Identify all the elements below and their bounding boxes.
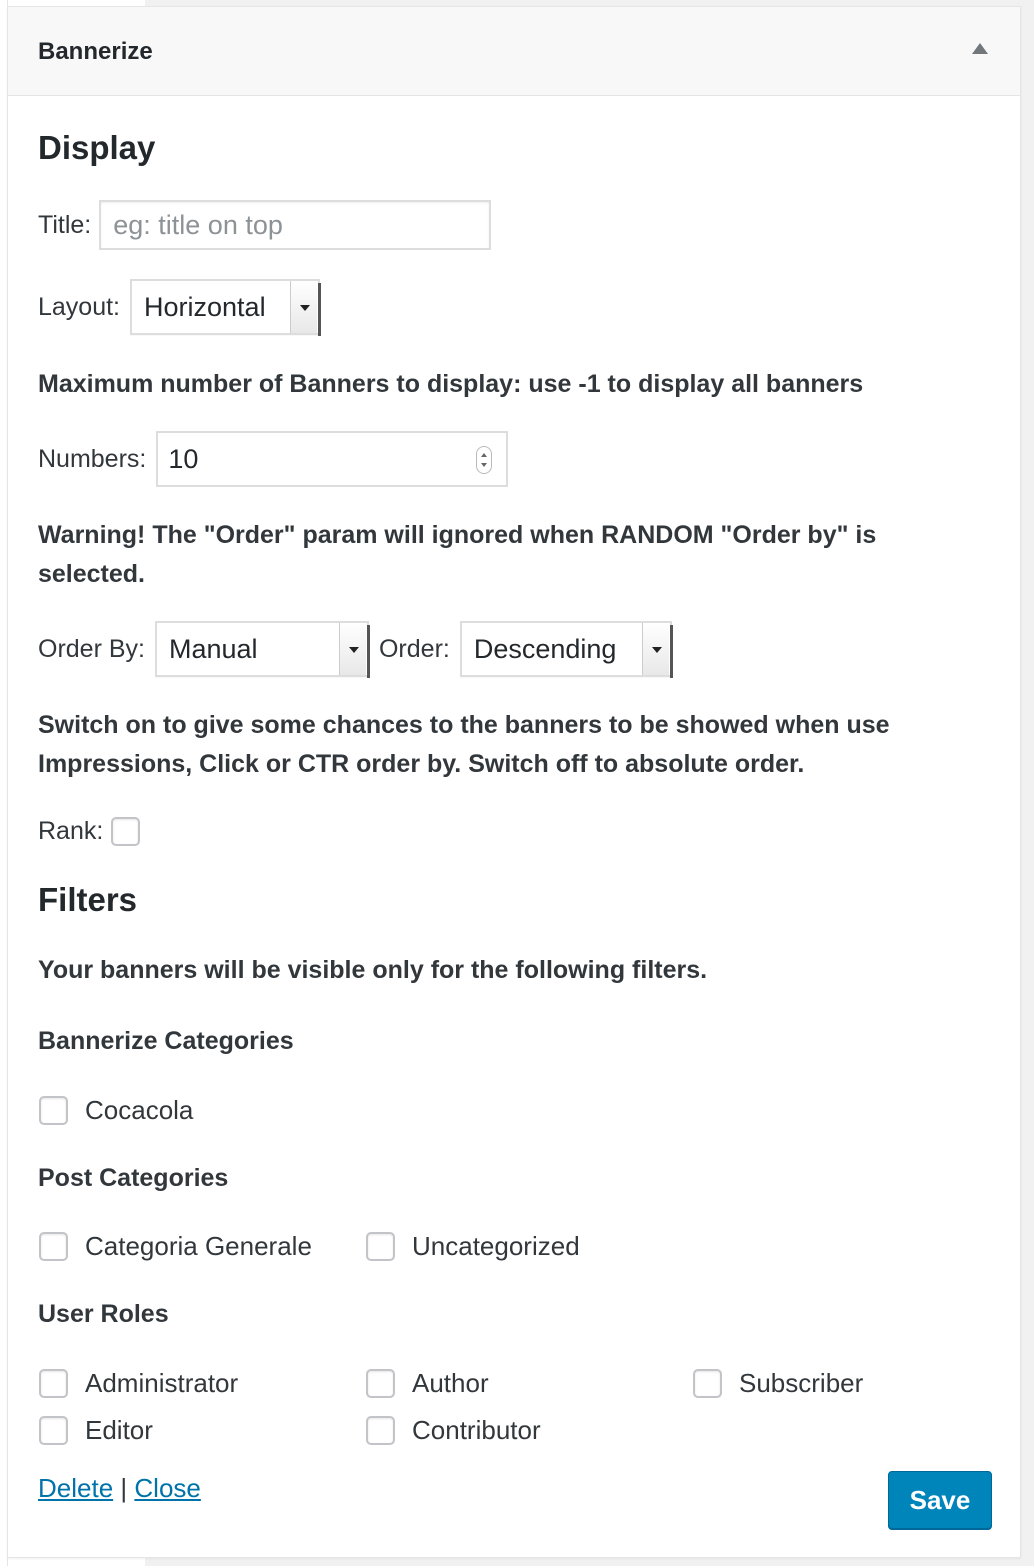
filters-intro: Your banners will be visible only for th… — [38, 956, 708, 984]
chevron-down-icon — [641, 623, 670, 675]
order-label: Order: — [378, 634, 450, 663]
order-by-label: Order By: — [38, 634, 145, 663]
user-role-item[interactable]: Editor — [39, 1415, 153, 1446]
widget-header[interactable]: Bannerize — [8, 7, 1020, 96]
title-row: Title: — [38, 200, 492, 250]
layout-label: Layout: — [38, 292, 121, 321]
rank-row: Rank: — [38, 817, 141, 846]
warning-text: Warning! The "Order" param will ignored … — [38, 521, 877, 588]
bannerize-category-item[interactable]: Cocacola — [39, 1095, 193, 1126]
user-role-label: Administrator — [85, 1368, 239, 1398]
layout-row: Layout: Horizontal — [38, 279, 322, 336]
user-role-checkbox[interactable] — [366, 1369, 395, 1398]
numbers-row: Numbers: 10 — [38, 431, 509, 487]
save-button[interactable]: Save — [888, 1471, 992, 1529]
user-role-checkbox[interactable] — [39, 1416, 68, 1445]
numbers-input[interactable]: 10 — [156, 431, 509, 487]
collapse-arrow-icon[interactable] — [972, 43, 988, 54]
user-role-item[interactable]: Subscriber — [693, 1368, 863, 1399]
bannerize-categories-label: Bannerize Categories — [38, 1027, 294, 1055]
delete-link[interactable]: Delete — [38, 1473, 113, 1503]
post-category-item[interactable]: Categoria Generale — [39, 1231, 312, 1262]
order-by-select[interactable]: Manual — [154, 621, 370, 678]
post-categories-label: Post Categories — [38, 1164, 229, 1192]
max-banners-text: Maximum number of Banners to display: us… — [38, 370, 864, 398]
select-edge — [366, 625, 370, 678]
display-heading: Display — [38, 129, 156, 166]
title-input[interactable] — [99, 200, 492, 250]
user-role-checkbox[interactable] — [39, 1369, 68, 1398]
footer-links: Delete | Close — [38, 1473, 201, 1504]
category-label: Cocacola — [85, 1095, 194, 1125]
order-value: Descending — [473, 633, 617, 664]
chevron-down-icon — [338, 623, 367, 675]
user-role-label: Subscriber — [739, 1368, 864, 1398]
link-separator: | — [120, 1473, 128, 1503]
numbers-label: Numbers: — [38, 444, 147, 473]
rank-checkbox[interactable] — [111, 817, 141, 846]
category-checkbox[interactable] — [39, 1096, 68, 1125]
title-label: Title: — [38, 210, 92, 239]
user-role-label: Contributor — [412, 1415, 541, 1445]
filters-heading: Filters — [38, 881, 138, 918]
user-role-item[interactable]: Author — [366, 1368, 489, 1399]
select-edge — [669, 625, 673, 678]
user-role-label: Editor — [85, 1415, 153, 1445]
widget-title: Bannerize — [38, 38, 153, 65]
stepper-icon[interactable] — [476, 446, 493, 474]
order-row: Order By: Manual Order: Descending — [38, 621, 673, 678]
widget-panel: Bannerize Display Title: Layout: Horizon… — [7, 6, 1021, 1558]
user-role-checkbox[interactable] — [693, 1369, 722, 1398]
user-role-label: Author — [412, 1368, 489, 1398]
close-link[interactable]: Close — [134, 1473, 200, 1503]
post-category-checkbox[interactable] — [366, 1232, 395, 1261]
post-category-label: Categoria Generale — [85, 1231, 312, 1261]
post-category-item[interactable]: Uncategorized — [366, 1231, 580, 1262]
post-category-checkbox[interactable] — [39, 1232, 68, 1261]
rank-label: Rank: — [38, 817, 104, 845]
user-role-item[interactable]: Administrator — [39, 1368, 238, 1399]
user-role-checkbox[interactable] — [366, 1416, 395, 1445]
order-select[interactable]: Descending — [459, 621, 673, 678]
layout-select[interactable]: Horizontal — [130, 279, 322, 336]
select-edge — [318, 283, 322, 336]
layout-select-value: Horizontal — [144, 291, 266, 322]
chevron-down-icon — [290, 281, 319, 333]
user-role-item[interactable]: Contributor — [366, 1415, 541, 1446]
switch-text: Switch on to give some chances to the ba… — [38, 711, 890, 778]
numbers-value: 10 — [168, 443, 199, 474]
post-category-label: Uncategorized — [412, 1231, 580, 1261]
user-roles-label: User Roles — [38, 1300, 169, 1328]
order-by-value: Manual — [168, 633, 258, 664]
